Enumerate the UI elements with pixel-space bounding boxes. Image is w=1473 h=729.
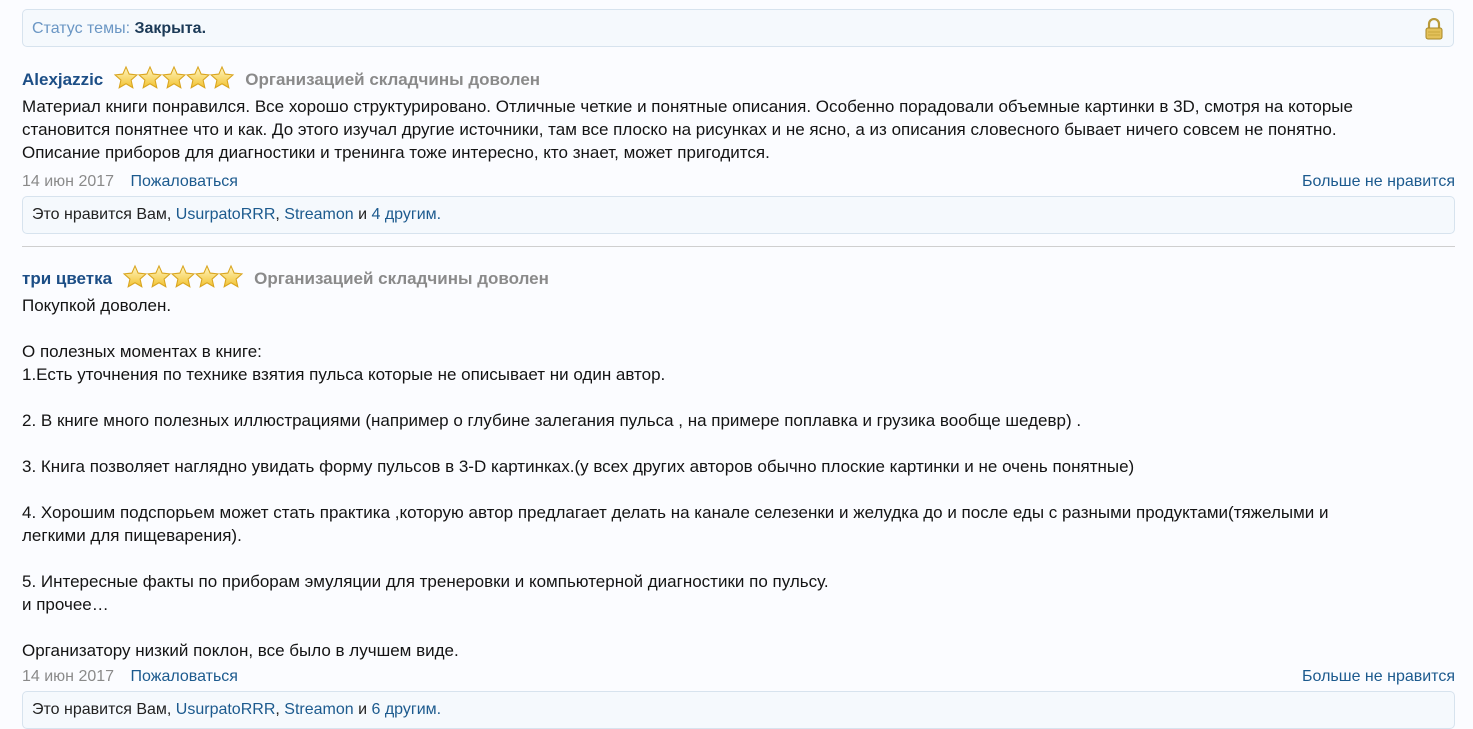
post-meta: 14 июн 2017 Пожаловаться Больше не нрави… xyxy=(22,663,1455,691)
post-body: Покупкой доволен. О полезных моментах в к… xyxy=(22,294,1455,662)
likes-and: и xyxy=(353,206,372,223)
likes-others-link[interactable]: 6 другим. xyxy=(371,701,441,718)
post-text-line: 3. Книга позволяет наглядно увидать форм… xyxy=(22,457,1135,476)
post-meta: 14 июн 2017 Пожаловаться Больше не нрави… xyxy=(22,168,1455,196)
star-icon xyxy=(161,65,187,96)
post-text-line: Материал книги понравился. Все хорошо ст… xyxy=(22,97,1353,116)
post-text-line: и прочее… xyxy=(22,595,109,614)
report-link[interactable]: Пожаловаться xyxy=(131,668,238,685)
star-rating xyxy=(113,65,235,96)
post-text-line: становится понятнее что и как. До этого … xyxy=(22,120,1337,139)
like-user-link[interactable]: UsurpatoRRR xyxy=(176,206,276,223)
star-icon xyxy=(194,264,220,295)
thread-status-bar: Статус темы: Закрыта. xyxy=(22,9,1454,47)
post-text-line: 5. Интересные факты по приборам эмуляции… xyxy=(22,572,829,591)
post-text-line: легкими для пищеварения). xyxy=(22,526,242,545)
post-header: три цветка Организацией складчины доволе… xyxy=(22,264,1455,294)
post-date: 14 июн 2017 xyxy=(22,668,115,685)
post: Alexjazzic Организацией складчины доволе… xyxy=(22,65,1455,234)
rating-text: Организацией складчины доволен xyxy=(254,269,549,288)
post-text-line: Покупкой доволен. xyxy=(22,296,172,315)
star-icon xyxy=(209,65,235,96)
like-user-link[interactable]: UsurpatoRRR xyxy=(176,701,276,718)
likes-summary: Это нравится Вам, UsurpatoRRR, Streamon … xyxy=(22,691,1455,729)
rating-text: Организацией складчины доволен xyxy=(245,70,541,89)
likes-prefix: Это нравится Вам, xyxy=(32,701,176,718)
author-name[interactable]: три цветка xyxy=(22,269,112,289)
unlike-link[interactable]: Больше не нравится xyxy=(1302,168,1455,196)
like-user-link[interactable]: Streamon xyxy=(284,206,353,223)
likes-separator: , xyxy=(275,206,285,223)
post-text-line: 4. Хорошим подспорьем может стать практи… xyxy=(22,503,1329,522)
star-icon xyxy=(122,264,148,295)
post-body: Материал книги понравился. Все хорошо ст… xyxy=(22,95,1455,164)
star-icon xyxy=(170,264,196,295)
lock-icon xyxy=(1425,18,1443,40)
star-icon xyxy=(185,65,211,96)
thread-status-label: Статус темы: xyxy=(32,20,131,37)
likes-separator: , xyxy=(275,701,285,718)
star-rating xyxy=(122,264,244,295)
star-icon xyxy=(137,65,163,96)
thread-status-value: Закрыта. xyxy=(134,20,207,37)
author-name[interactable]: Alexjazzic xyxy=(22,70,103,90)
unlike-link[interactable]: Больше не нравится xyxy=(1302,663,1455,691)
post-date: 14 июн 2017 xyxy=(22,173,115,190)
post-text-line: Описание приборов для диагностики и трен… xyxy=(22,143,770,162)
report-link[interactable]: Пожаловаться xyxy=(131,173,238,190)
like-user-link[interactable]: Streamon xyxy=(284,701,353,718)
post-text-line: 1.Есть уточнения по технике взятия пульс… xyxy=(22,365,666,384)
likes-and: и xyxy=(353,701,372,718)
likes-summary: Это нравится Вам, UsurpatoRRR, Streamon … xyxy=(22,196,1455,234)
post-divider xyxy=(22,246,1455,247)
star-icon xyxy=(218,264,244,295)
star-icon xyxy=(113,65,139,96)
post-text-line: О полезных моментах в книге: xyxy=(22,342,262,361)
post: три цветка Организацией складчины доволе… xyxy=(22,264,1455,729)
post-text-line: Организатору низкий поклон, все было в л… xyxy=(22,641,459,660)
post-header: Alexjazzic Организацией складчины доволе… xyxy=(22,65,1455,95)
likes-prefix: Это нравится Вам, xyxy=(32,206,176,223)
star-icon xyxy=(146,264,172,295)
post-text-line: 2. В книге много полезных иллюстрациями … xyxy=(22,411,1082,430)
likes-others-link[interactable]: 4 другим. xyxy=(371,206,441,223)
